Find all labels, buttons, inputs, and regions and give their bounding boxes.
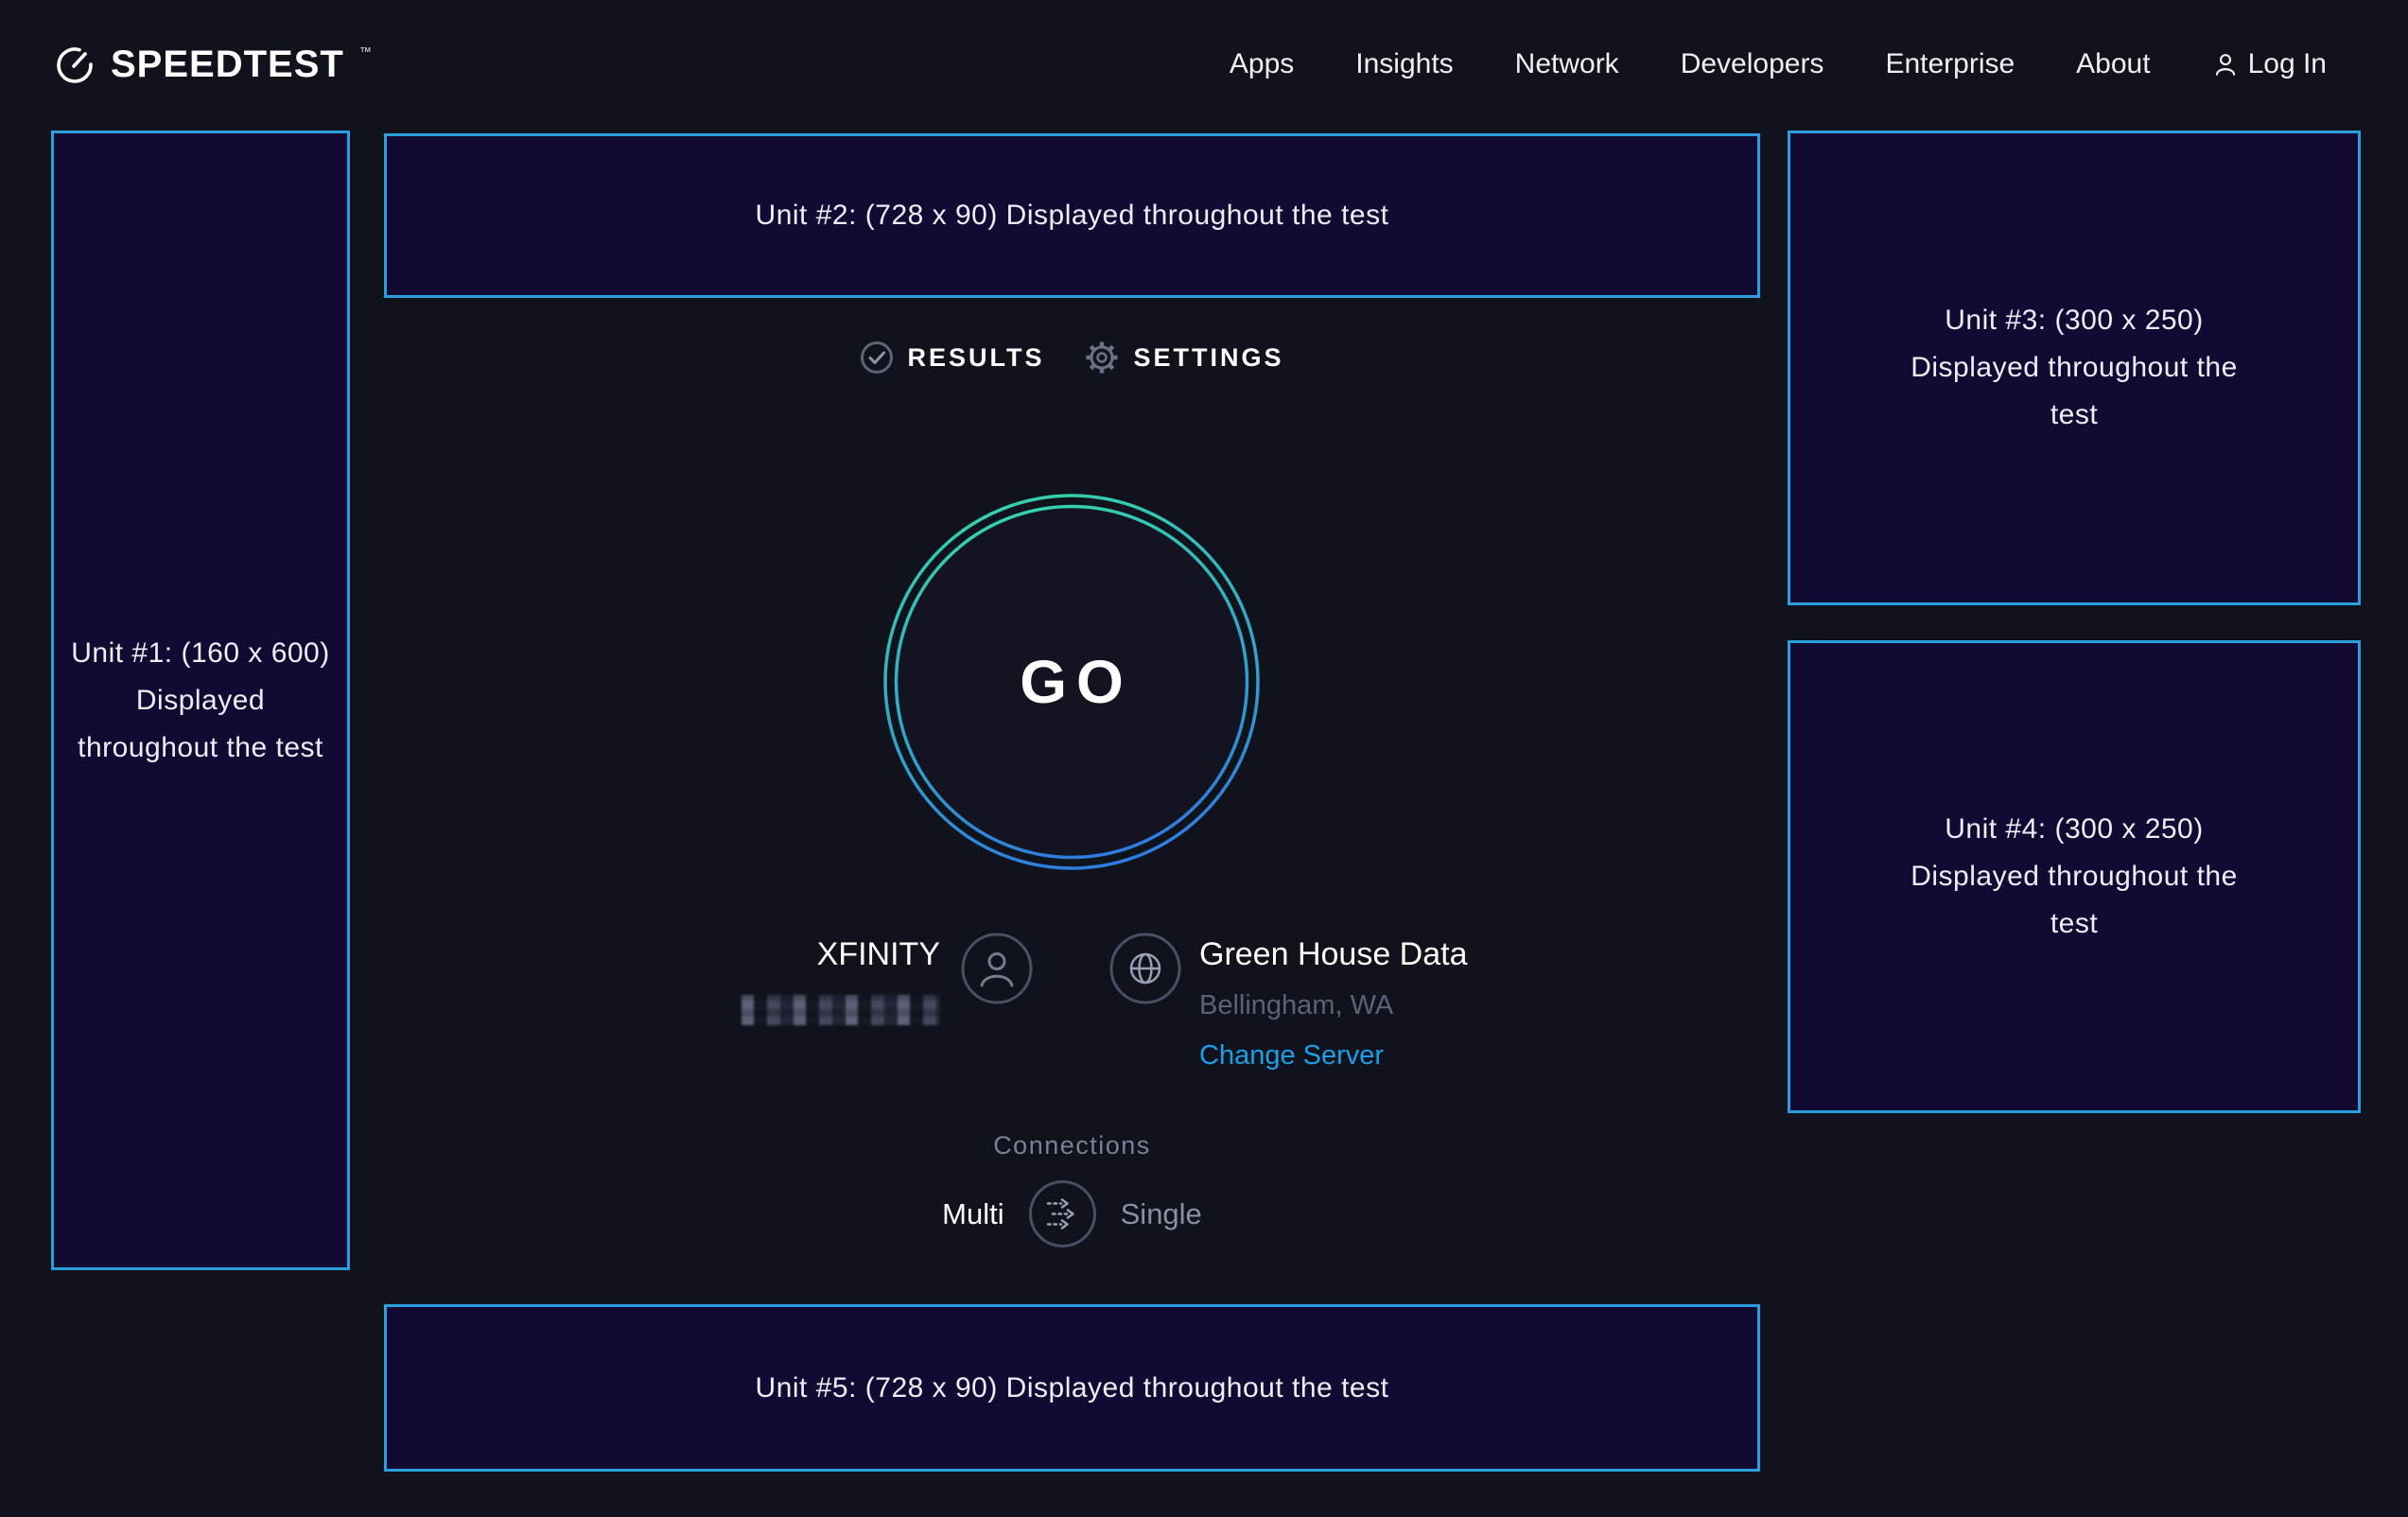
nav-item-network[interactable]: Network: [1515, 48, 1619, 80]
ad-unit-3: Unit #3: (300 x 250) Displayed throughou…: [1788, 131, 2361, 605]
nav-item-enterprise[interactable]: Enterprise: [1885, 48, 2015, 80]
ad-unit-2-label: Unit #2: (728 x 90) Displayed throughout…: [756, 192, 1389, 239]
ad-unit-5: Unit #5: (728 x 90) Displayed throughout…: [384, 1304, 1760, 1472]
server-location: Bellingham, WA: [1199, 990, 1468, 1021]
change-server-link[interactable]: Change Server: [1199, 1041, 1468, 1071]
logo-trademark: ™: [359, 44, 372, 59]
speedtest-page: { "window": {"width": 2546, "height": 16…: [0, 0, 2408, 1517]
single-mode-option[interactable]: Single: [1121, 1197, 1202, 1231]
results-tab-label: RESULTS: [907, 343, 1044, 373]
go-button[interactable]: GO: [873, 483, 1270, 881]
ad-unit-2: Unit #2: (728 x 90) Displayed throughout…: [384, 133, 1760, 298]
connections-label: Connections: [384, 1131, 1760, 1160]
gear-icon: [1083, 339, 1121, 376]
nav-item-about[interactable]: About: [2076, 48, 2150, 80]
ad-unit-4-label: Unit #4: (300 x 250) Displayed throughou…: [1909, 806, 2240, 948]
person-icon: [2212, 51, 2239, 78]
settings-tab-label: SETTINGS: [1134, 343, 1284, 373]
ad-unit-3-label: Unit #3: (300 x 250) Displayed throughou…: [1909, 297, 2240, 439]
multi-connection-icon[interactable]: [1028, 1179, 1097, 1248]
speedtest-gauge-icon: [52, 42, 97, 87]
connection-mode-toggle: Multi Single: [384, 1179, 1760, 1248]
login-label: Log In: [2248, 48, 2327, 80]
ad-unit-5-label: Unit #5: (728 x 90) Displayed throughout…: [756, 1365, 1389, 1412]
tab-results[interactable]: RESULTS: [860, 340, 1044, 375]
login-button[interactable]: Log In: [2212, 48, 2327, 80]
isp-user-icon[interactable]: [960, 932, 1034, 1005]
connection-info-panel: XFINITY Green House Data Bellingham, WA …: [384, 932, 1760, 1073]
multi-mode-option[interactable]: Multi: [942, 1197, 1003, 1231]
go-button-label: GO: [873, 483, 1270, 881]
isp-name: XFINITY: [742, 936, 940, 972]
tab-settings[interactable]: SETTINGS: [1083, 339, 1284, 376]
ad-unit-4: Unit #4: (300 x 250) Displayed throughou…: [1788, 640, 2361, 1113]
server-name: Green House Data: [1199, 936, 1468, 972]
isp-block: XFINITY: [742, 932, 940, 1030]
ad-unit-1: Unit #1: (160 x 600) Displayed throughou…: [51, 131, 350, 1270]
view-tabs: RESULTS SETTINGS: [384, 339, 1760, 376]
ad-unit-1-label: Unit #1: (160 x 600) Displayed throughou…: [69, 630, 332, 772]
server-block: Green House Data Bellingham, WA Change S…: [1199, 932, 1468, 1071]
nav-item-insights[interactable]: Insights: [1355, 48, 1453, 80]
server-globe-icon[interactable]: [1108, 932, 1182, 1005]
nav-item-apps[interactable]: Apps: [1230, 48, 1294, 80]
nav-item-developers[interactable]: Developers: [1681, 48, 1824, 80]
isp-ip-redacted: [742, 995, 940, 1025]
logo-wordmark: SPEEDTEST: [111, 44, 344, 86]
main-nav: Apps Insights Network Developers Enterpr…: [1230, 48, 2327, 80]
check-circle-icon: [860, 340, 894, 375]
top-navigation-bar: SPEEDTEST ™ Apps Insights Network Develo…: [0, 0, 2408, 129]
speedtest-logo[interactable]: SPEEDTEST ™: [52, 42, 370, 87]
